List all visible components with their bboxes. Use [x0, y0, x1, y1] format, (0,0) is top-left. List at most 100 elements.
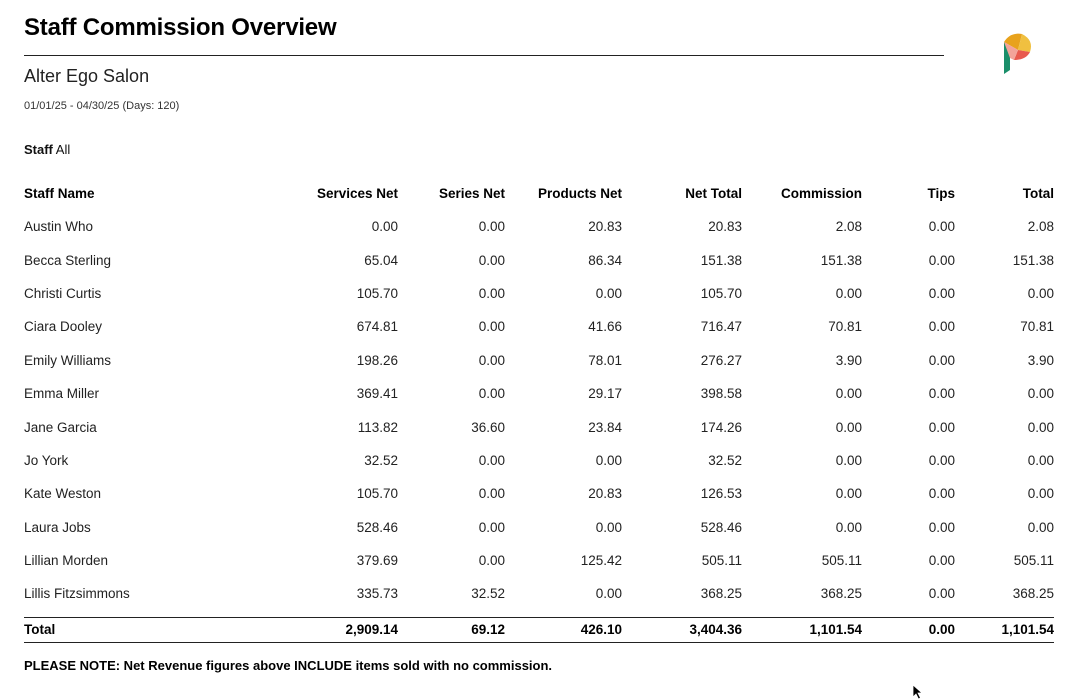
cell-total: 0.00	[1027, 519, 1054, 535]
total-products-net: 426.10	[507, 616, 624, 643]
cell-commission: 0.00	[835, 486, 862, 502]
cell-net-total: 105.70	[700, 285, 742, 301]
cell-tips: 0.00	[928, 452, 955, 468]
table-row: Jo York 32.52 0.00 0.00 32.52 0.00 0.00 …	[24, 444, 1054, 477]
cell-services-net: 105.70	[356, 285, 398, 301]
cell-staff-name: Christi Curtis	[24, 285, 102, 301]
cell-services-net: 198.26	[356, 352, 398, 368]
cell-tips: 0.00	[928, 219, 955, 235]
cell-net-total: 126.53	[700, 486, 742, 502]
table-row: Emma Miller 369.41 0.00 29.17 398.58 0.0…	[24, 377, 1054, 410]
cell-total: 0.00	[1027, 386, 1054, 402]
cell-series-net: 0.00	[478, 386, 505, 402]
cell-products-net: 41.66	[588, 319, 622, 335]
total-services-net: 2,909.14	[224, 616, 400, 643]
cell-commission: 2.08	[835, 219, 862, 235]
cell-staff-name: Lillian Morden	[24, 553, 109, 569]
cell-series-net: 0.00	[478, 319, 505, 335]
cell-staff-name: Ciara Dooley	[24, 319, 103, 335]
cell-commission: 0.00	[835, 386, 862, 402]
cell-tips: 0.00	[928, 553, 955, 569]
table-row: Laura Jobs 528.46 0.00 0.00 528.46 0.00 …	[24, 511, 1054, 544]
col-total: Total	[1022, 185, 1054, 201]
cell-total: 151.38	[1012, 252, 1054, 268]
col-series-net: Series Net	[438, 185, 505, 201]
cell-tips: 0.00	[928, 319, 955, 335]
cell-total: 0.00	[1027, 486, 1054, 502]
cell-net-total: 276.27	[700, 352, 742, 368]
total-tips: 0.00	[864, 616, 957, 643]
cell-net-total: 716.47	[700, 319, 742, 335]
cell-series-net: 0.00	[478, 486, 505, 502]
cell-tips: 0.00	[928, 252, 955, 268]
cell-products-net: 78.01	[588, 352, 622, 368]
cell-total: 0.00	[1027, 419, 1054, 435]
cell-total: 2.08	[1027, 219, 1054, 235]
total-label: Total	[24, 616, 224, 643]
cell-net-total: 151.38	[700, 252, 742, 268]
cell-commission: 0.00	[835, 285, 862, 301]
cell-staff-name: Kate Weston	[24, 486, 102, 502]
cell-products-net: 20.83	[588, 219, 622, 235]
cell-series-net: 0.00	[478, 285, 505, 301]
cell-net-total: 528.46	[700, 519, 742, 535]
staff-filter-label: Staff	[24, 142, 53, 157]
cell-services-net: 379.69	[356, 553, 398, 569]
cell-series-net: 0.00	[478, 452, 505, 468]
cell-products-net: 86.34	[588, 252, 622, 268]
cell-services-net: 113.82	[357, 419, 398, 435]
cell-commission: 3.90	[835, 352, 862, 368]
cell-products-net: 0.00	[595, 452, 622, 468]
cell-net-total: 505.11	[701, 553, 742, 569]
total-series-net: 69.12	[400, 616, 507, 643]
cell-services-net: 0.00	[371, 219, 398, 235]
cell-products-net: 0.00	[595, 519, 622, 535]
cell-total: 368.25	[1012, 586, 1054, 602]
cell-products-net: 0.00	[595, 586, 622, 602]
title-divider	[24, 55, 944, 56]
cell-services-net: 335.73	[356, 586, 398, 602]
cell-series-net: 36.60	[471, 419, 505, 435]
cell-staff-name: Emma Miller	[24, 386, 100, 402]
cell-total: 0.00	[1027, 452, 1054, 468]
cell-services-net: 105.70	[356, 486, 398, 502]
cell-tips: 0.00	[928, 519, 955, 535]
cell-staff-name: Austin Who	[24, 219, 94, 235]
brand-logo-icon	[1004, 33, 1031, 74]
col-products-net: Products Net	[537, 185, 622, 201]
cell-tips: 0.00	[928, 386, 955, 402]
total-total: 1,101.54	[957, 616, 1054, 643]
col-staff-name: Staff Name	[24, 185, 95, 201]
date-range: 01/01/25 - 04/30/25 (Days: 120)	[24, 100, 180, 112]
col-tips: Tips	[927, 185, 955, 201]
cell-tips: 0.00	[928, 352, 955, 368]
cell-net-total: 368.25	[700, 586, 742, 602]
cell-total: 0.00	[1027, 285, 1054, 301]
cell-net-total: 398.58	[700, 386, 742, 402]
cell-tips: 0.00	[928, 486, 955, 502]
report-title: Staff Commission Overview	[24, 14, 337, 41]
commission-table: Staff Name Services Net Series Net Produ…	[24, 176, 1054, 643]
cell-staff-name: Emily Williams	[24, 352, 111, 368]
cell-total: 3.90	[1027, 352, 1054, 368]
cell-total: 505.11	[1013, 553, 1054, 569]
cell-services-net: 65.04	[364, 252, 398, 268]
staff-filter-value: All	[55, 142, 71, 157]
table-row: Emily Williams 198.26 0.00 78.01 276.27 …	[24, 344, 1054, 377]
salon-name: Alter Ego Salon	[24, 66, 150, 86]
cell-products-net: 23.84	[588, 419, 622, 435]
cell-services-net: 674.81	[356, 319, 398, 335]
cell-net-total: 32.52	[708, 452, 742, 468]
cell-staff-name: Laura Jobs	[24, 519, 91, 535]
cell-tips: 0.00	[928, 419, 955, 435]
staff-filter: Staff All	[24, 142, 70, 157]
table-row: Lillis Fitzsimmons 335.73 32.52 0.00 368…	[24, 577, 1054, 610]
cell-series-net: 0.00	[478, 553, 505, 569]
cell-commission: 0.00	[835, 419, 862, 435]
report-note: PLEASE NOTE: Net Revenue figures above I…	[24, 658, 553, 673]
table-row: Lillian Morden 379.69 0.00 125.42 505.11…	[24, 544, 1054, 577]
cell-products-net: 29.17	[588, 386, 622, 402]
cell-services-net: 528.46	[356, 519, 398, 535]
cell-products-net: 0.00	[595, 285, 622, 301]
col-services-net: Services Net	[316, 185, 398, 201]
